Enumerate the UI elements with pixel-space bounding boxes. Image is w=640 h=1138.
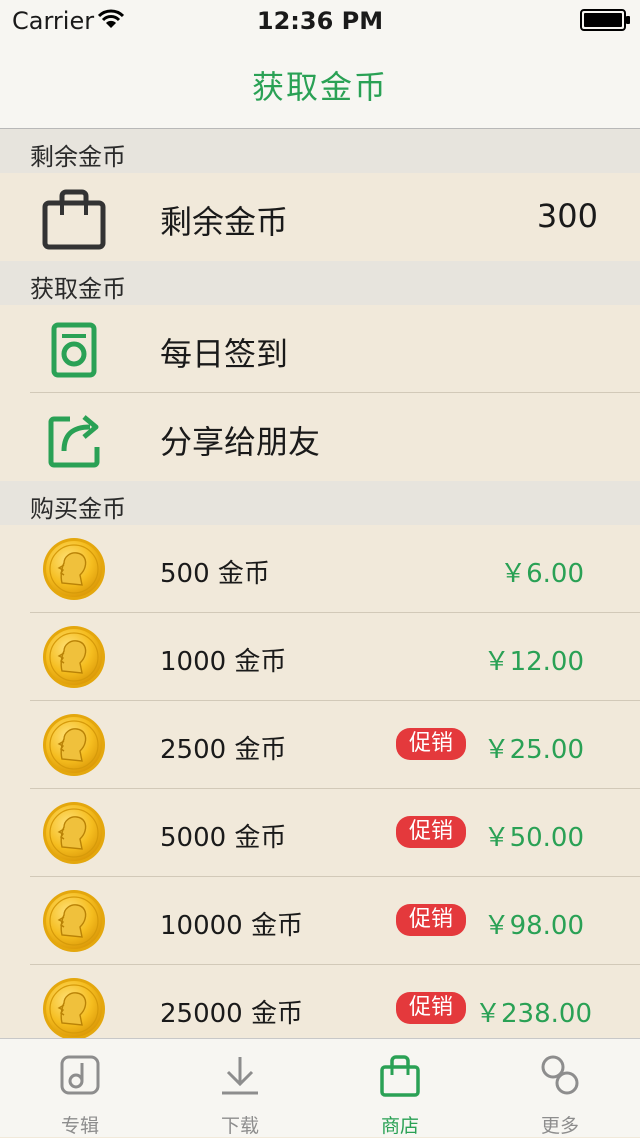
gold-coin-icon [42,537,106,601]
gold-coin-icon [42,889,106,953]
tab-label: 更多 [540,1115,579,1137]
promo-badge: 促销 [396,904,466,936]
shopping-bag-icon [42,189,106,250]
coin-package-label: 25000 金币 [160,999,303,1029]
coin-package-row[interactable]: 10000 金币 促销 ￥98.00 [0,877,640,965]
tab-label: 商店 [380,1115,419,1137]
tab-label: 下载 [220,1115,259,1137]
coin-package-row[interactable]: 2500 金币 促销 ￥25.00 [0,701,640,789]
tab-download[interactable]: 下载 [160,1039,320,1137]
section-header-remaining: 剩余金币 [0,129,640,173]
gold-coin-icon [42,801,106,865]
promo-badge: 促销 [396,728,466,760]
tab-label: 专辑 [60,1115,99,1137]
remaining-coins-row: 剩余金币 300 [0,173,640,261]
coin-package-row[interactable]: 500 金币 ￥6.00 [0,525,640,613]
share-friends-row[interactable]: 分享给朋友 [0,393,640,481]
remaining-coins-value: 300 [536,197,598,235]
tab-bar: 专辑 下载 商店 更多 [0,1038,640,1137]
tab-album[interactable]: 专辑 [0,1039,160,1137]
section-header-buy: 购买金币 [0,481,640,525]
battery-icon [580,9,630,31]
coin-package-label: 10000 金币 [160,911,303,941]
status-bar: Carrier 12:36 PM [0,0,640,40]
gold-coin-icon [42,625,106,689]
coin-package-price[interactable]: ￥25.00 [484,729,584,766]
coin-package-label: 5000 金币 [160,823,287,853]
store-bag-icon [380,1055,420,1097]
page-title: 获取金币 [251,68,388,106]
coin-package-price[interactable]: ￥50.00 [484,817,584,854]
promo-badge: 促销 [396,816,466,848]
navigation-bar: 获取金币 [0,40,640,129]
share-icon [48,415,100,468]
section-header-label: 剩余金币 [30,143,126,171]
status-time: 12:36 PM [256,7,384,35]
coin-package-price[interactable]: ￥6.00 [500,553,584,590]
daily-checkin-row[interactable]: 每日签到 [0,305,640,393]
checkin-icon [51,322,97,378]
coin-package-row[interactable]: 5000 金币 促销 ￥50.00 [0,789,640,877]
coin-package-row[interactable]: 1000 金币 ￥12.00 [0,613,640,701]
coin-package-price[interactable]: ￥238.00 [475,993,592,1030]
album-icon [60,1055,100,1095]
promo-badge: 促销 [396,992,466,1024]
more-icon [541,1055,579,1095]
tab-store[interactable]: 商店 [320,1039,480,1137]
coin-package-label: 2500 金币 [160,735,287,765]
coin-package-label: 1000 金币 [160,647,287,677]
download-icon [222,1057,258,1095]
section-header-earn: 获取金币 [0,261,640,305]
coin-package-price[interactable]: ￥98.00 [484,905,584,942]
gold-coin-icon [42,977,106,1041]
remaining-coins-label: 剩余金币 [160,203,289,241]
gold-coin-icon [42,713,106,777]
tab-more[interactable]: 更多 [480,1039,640,1137]
section-header-label: 获取金币 [30,275,126,303]
share-friends-label: 分享给朋友 [160,423,321,461]
coin-package-label: 500 金币 [160,559,270,589]
coin-package-price[interactable]: ￥12.00 [484,641,584,678]
section-header-label: 购买金币 [30,495,126,523]
daily-checkin-label: 每日签到 [160,335,289,373]
